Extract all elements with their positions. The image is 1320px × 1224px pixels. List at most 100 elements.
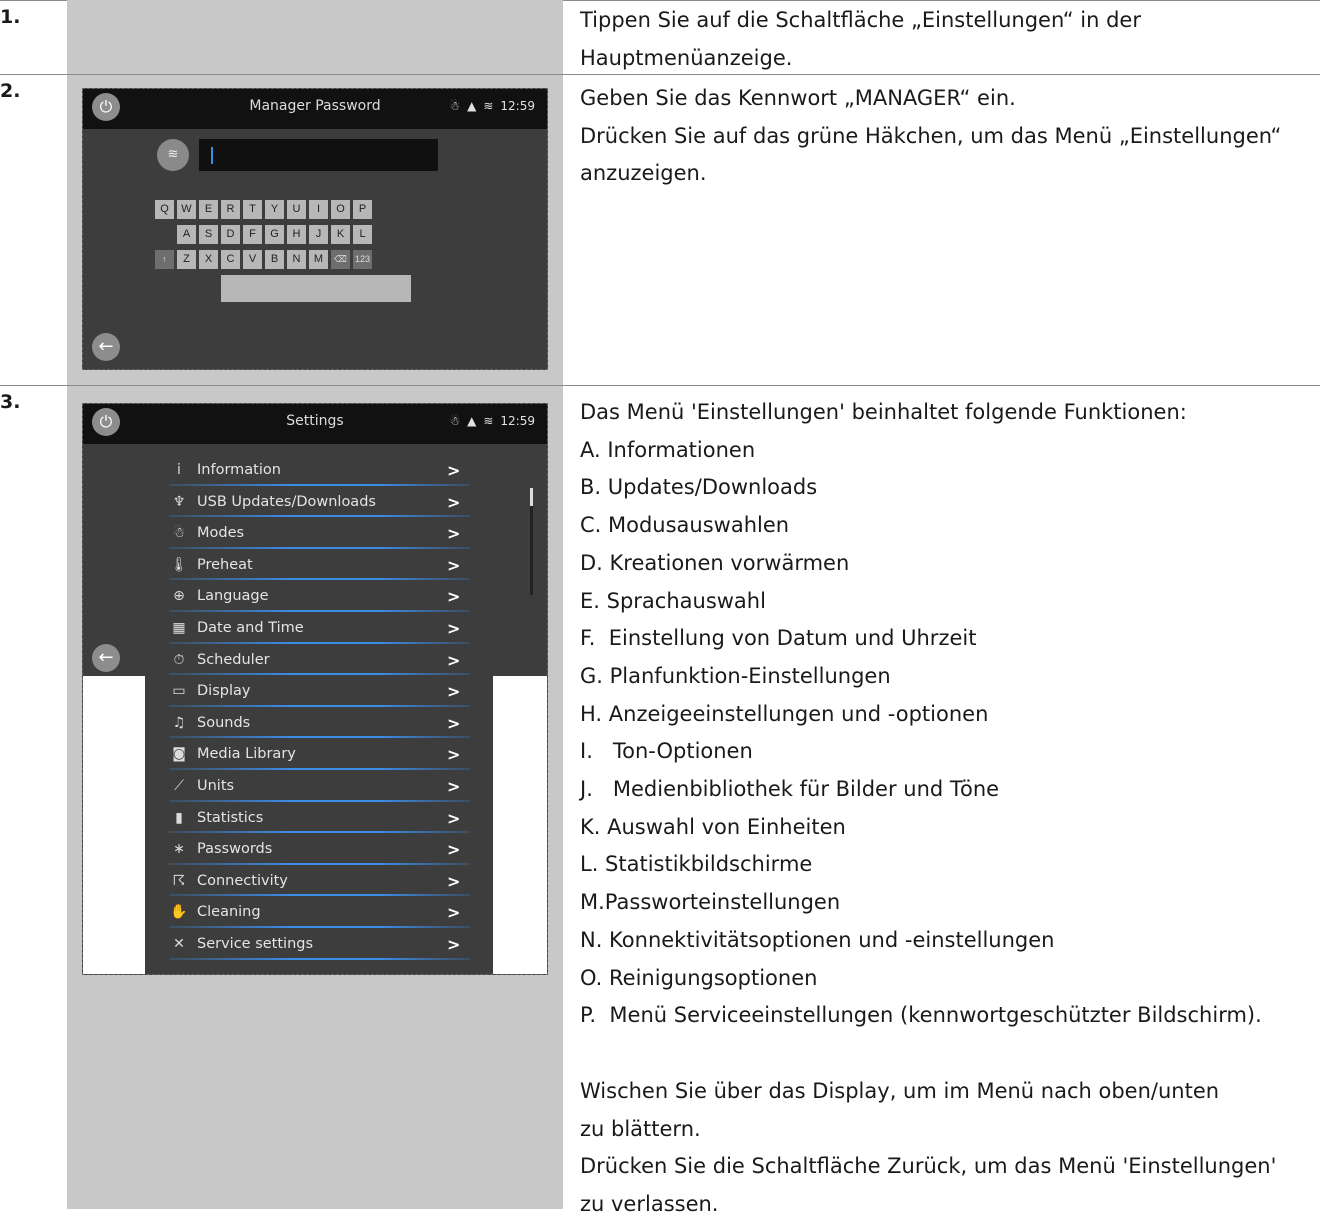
keyboard-key[interactable]: I — [309, 200, 328, 219]
keyboard-key[interactable]: D — [221, 225, 240, 244]
keyboard-key[interactable]: F — [243, 225, 262, 244]
chevron-right-icon: > — [447, 461, 461, 480]
keyboard-key[interactable]: ↑ — [155, 250, 174, 269]
chevron-right-icon: > — [447, 934, 461, 954]
menu-item-label: Cleaning — [197, 904, 261, 921]
menu-item-label: Language — [197, 588, 269, 605]
menu-divider — [169, 515, 470, 518]
menu-item[interactable]: ∗ Passwords > — [145, 835, 495, 867]
menu-item[interactable]: ♆ USB Updates/Downloads > — [145, 488, 495, 520]
menu-item-icon: i — [177, 462, 181, 478]
menu-item[interactable]: ▦ Date and Time > — [145, 614, 495, 646]
keyboard-key[interactable]: L — [353, 225, 372, 244]
keyboard-key[interactable]: ⌫ — [331, 250, 350, 269]
text-line: Tippen Sie auf die Schaltfläche „Einstel… — [580, 8, 1141, 32]
back-arrow-icon[interactable]: ← — [92, 644, 120, 672]
clock-time: 12:59 — [500, 99, 535, 113]
keyboard-key[interactable]: X — [199, 250, 218, 269]
keyboard-key[interactable]: S — [199, 225, 218, 244]
keyboard-key[interactable]: A — [177, 225, 196, 244]
chevron-right-icon: > — [447, 682, 461, 702]
step-number: 1. — [0, 6, 21, 28]
keyboard-key[interactable]: C — [221, 250, 240, 269]
keyboard-key[interactable]: N — [287, 250, 306, 269]
scrollbar[interactable] — [530, 488, 533, 595]
chevron-right-icon: > — [447, 776, 461, 796]
chevron-right-icon: > — [447, 871, 461, 891]
settings-menu: i Information > ♆ USB Updates/Downloads > ☃ Mod… — [145, 456, 495, 962]
menu-item[interactable]: 🌡 Preheat > — [145, 551, 495, 583]
keyboard-key[interactable]: Q — [155, 200, 174, 219]
menu-item[interactable]: ⟋ Units > — [145, 772, 495, 804]
menu-item-icon: 🌡 — [170, 556, 188, 573]
chevron-right-icon: > — [447, 524, 461, 544]
status-icons: ☃ ▲ ≋ 12:59 — [442, 414, 535, 428]
menu-item[interactable]: ▮ Statistics > — [145, 804, 495, 836]
menu-item[interactable]: ☃ Modes > — [145, 519, 495, 551]
menu-item[interactable]: ☈ Connectivity > — [145, 867, 495, 899]
menu-item[interactable]: ⊕ Language > — [145, 582, 495, 614]
menu-item[interactable]: i Information > — [145, 456, 495, 488]
step-3-text: Das Menü 'Einstellungen' beinhaltet folg… — [580, 394, 1320, 1224]
keyboard-key[interactable]: G — [265, 225, 284, 244]
text-line: anzuzeigen. — [580, 161, 707, 186]
keyboard-key[interactable]: 123 — [353, 250, 372, 269]
list-item: M.Passworteinstellungen — [580, 890, 841, 915]
keyboard-key[interactable]: P — [353, 200, 372, 219]
chevron-right-icon: > — [447, 840, 461, 860]
menu-divider — [169, 925, 470, 928]
menu-item[interactable]: ✕ Service settings > — [145, 930, 495, 962]
menu-item-icon: ∗ — [173, 841, 185, 858]
keyboard-key[interactable]: R — [221, 200, 240, 219]
spacebar-key[interactable] — [221, 275, 411, 302]
menu-divider — [169, 894, 470, 897]
keyboard-row: ASDFGHJKL — [177, 225, 372, 244]
back-arrow-icon[interactable]: ← — [92, 333, 120, 361]
menu-item-label: Units — [197, 777, 235, 794]
chevron-right-icon: > — [447, 492, 461, 512]
keyboard-key[interactable]: U — [287, 200, 306, 219]
list-item: I. Ton-Optionen — [580, 739, 753, 764]
keyboard-key[interactable]: O — [331, 200, 350, 219]
keyboard-key[interactable]: M — [309, 250, 328, 269]
list-item: B. Updates/Downloads — [580, 475, 818, 500]
menu-item-icon: ☃ — [172, 525, 186, 542]
menu-divider — [169, 736, 470, 739]
menu-item[interactable]: ▭ Display > — [145, 677, 495, 709]
keyboard-key[interactable]: E — [199, 200, 218, 219]
keyboard-key[interactable]: W — [177, 200, 196, 219]
text-line: zu verlassen. — [580, 1192, 719, 1217]
keyboard-key[interactable]: V — [243, 250, 262, 269]
keyboard-key[interactable]: K — [331, 225, 350, 244]
keyboard-key[interactable]: J — [309, 225, 328, 244]
wifi-icon[interactable]: ≋ — [157, 139, 189, 171]
menu-item[interactable]: ⏱ Scheduler > — [145, 646, 495, 678]
menu-item[interactable]: ♫ Sounds > — [145, 709, 495, 741]
text-line: Drücken Sie auf das grüne Häkchen, um da… — [580, 123, 1282, 148]
list-item: J. Medienbibliothek für Bilder und Töne — [580, 777, 1000, 802]
text-line: Hauptmenüanzeige. — [580, 45, 793, 70]
list-item: D. Kreationen vorwärmen — [580, 550, 850, 575]
keyboard-key[interactable]: Z — [177, 250, 196, 269]
text-line: zu blättern. — [580, 1116, 701, 1141]
scrollbar-thumb[interactable] — [530, 488, 533, 506]
password-input[interactable] — [199, 139, 438, 171]
menu-item-icon: ♫ — [172, 714, 186, 731]
menu-item-icon: ♆ — [172, 493, 186, 510]
keyboard-key[interactable]: B — [265, 250, 284, 269]
keyboard-key[interactable]: Y — [265, 200, 284, 219]
menu-divider — [169, 799, 470, 802]
text-cursor — [211, 147, 213, 164]
list-item: H. Anzeigeeinstellungen und -optionen — [580, 701, 989, 726]
menu-item[interactable]: ◙ Media Library > — [145, 740, 495, 772]
menu-item-label: Service settings — [197, 935, 314, 952]
menu-item-label: USB Updates/Downloads — [197, 493, 376, 510]
menu-item[interactable]: ✋ Cleaning > — [145, 898, 495, 930]
keyboard-key[interactable]: T — [243, 200, 262, 219]
menu-item-label: Statistics — [197, 809, 264, 826]
menu-divider — [169, 957, 470, 960]
menu-item-label: Media Library — [197, 746, 296, 763]
wifi-icon: ≋ — [483, 99, 494, 113]
keyboard-key[interactable]: H — [287, 225, 306, 244]
menu-item-icon: ▭ — [172, 683, 186, 700]
